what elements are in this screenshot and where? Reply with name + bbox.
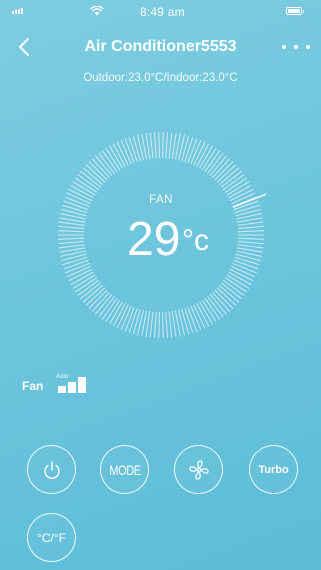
mode-button-label: MODE — [108, 461, 141, 478]
status-time: 8:49 am — [140, 5, 185, 19]
battery-icon — [286, 7, 304, 15]
fan-speed-label: Fan — [22, 379, 44, 393]
turbo-button[interactable]: Turbo — [249, 445, 298, 494]
set-temperature: 29 — [127, 213, 181, 266]
fan-speed-bars-icon[interactable] — [56, 375, 90, 393]
signal-icon — [12, 8, 23, 14]
power-button[interactable] — [27, 445, 76, 494]
status-bar: 8:49 am — [0, 0, 321, 22]
dial-mode-label: FAN — [149, 194, 173, 206]
power-icon — [43, 460, 60, 479]
temperature-unit: °c — [182, 224, 209, 257]
temperature-dial[interactable]: FAN 29 °c — [56, 130, 266, 340]
unit-toggle-label: °C/°F — [37, 530, 66, 545]
mode-button[interactable]: MODE — [100, 445, 149, 494]
wifi-icon — [90, 6, 104, 16]
fan-icon — [188, 459, 209, 480]
turbo-button-label: Turbo — [258, 463, 289, 476]
more-dots-icon — [282, 45, 286, 49]
app-screen: 8:49 am Air Conditioner5553 Outdoor:23.0… — [0, 0, 321, 570]
page-title: Air Conditioner5553 — [84, 38, 237, 55]
temperature-readout: Outdoor:23.0°C/Indoor:23.0°C — [83, 72, 238, 84]
unit-toggle-button[interactable]: °C/°F — [27, 513, 76, 562]
fan-button[interactable] — [174, 445, 223, 494]
more-button[interactable] — [282, 38, 310, 56]
